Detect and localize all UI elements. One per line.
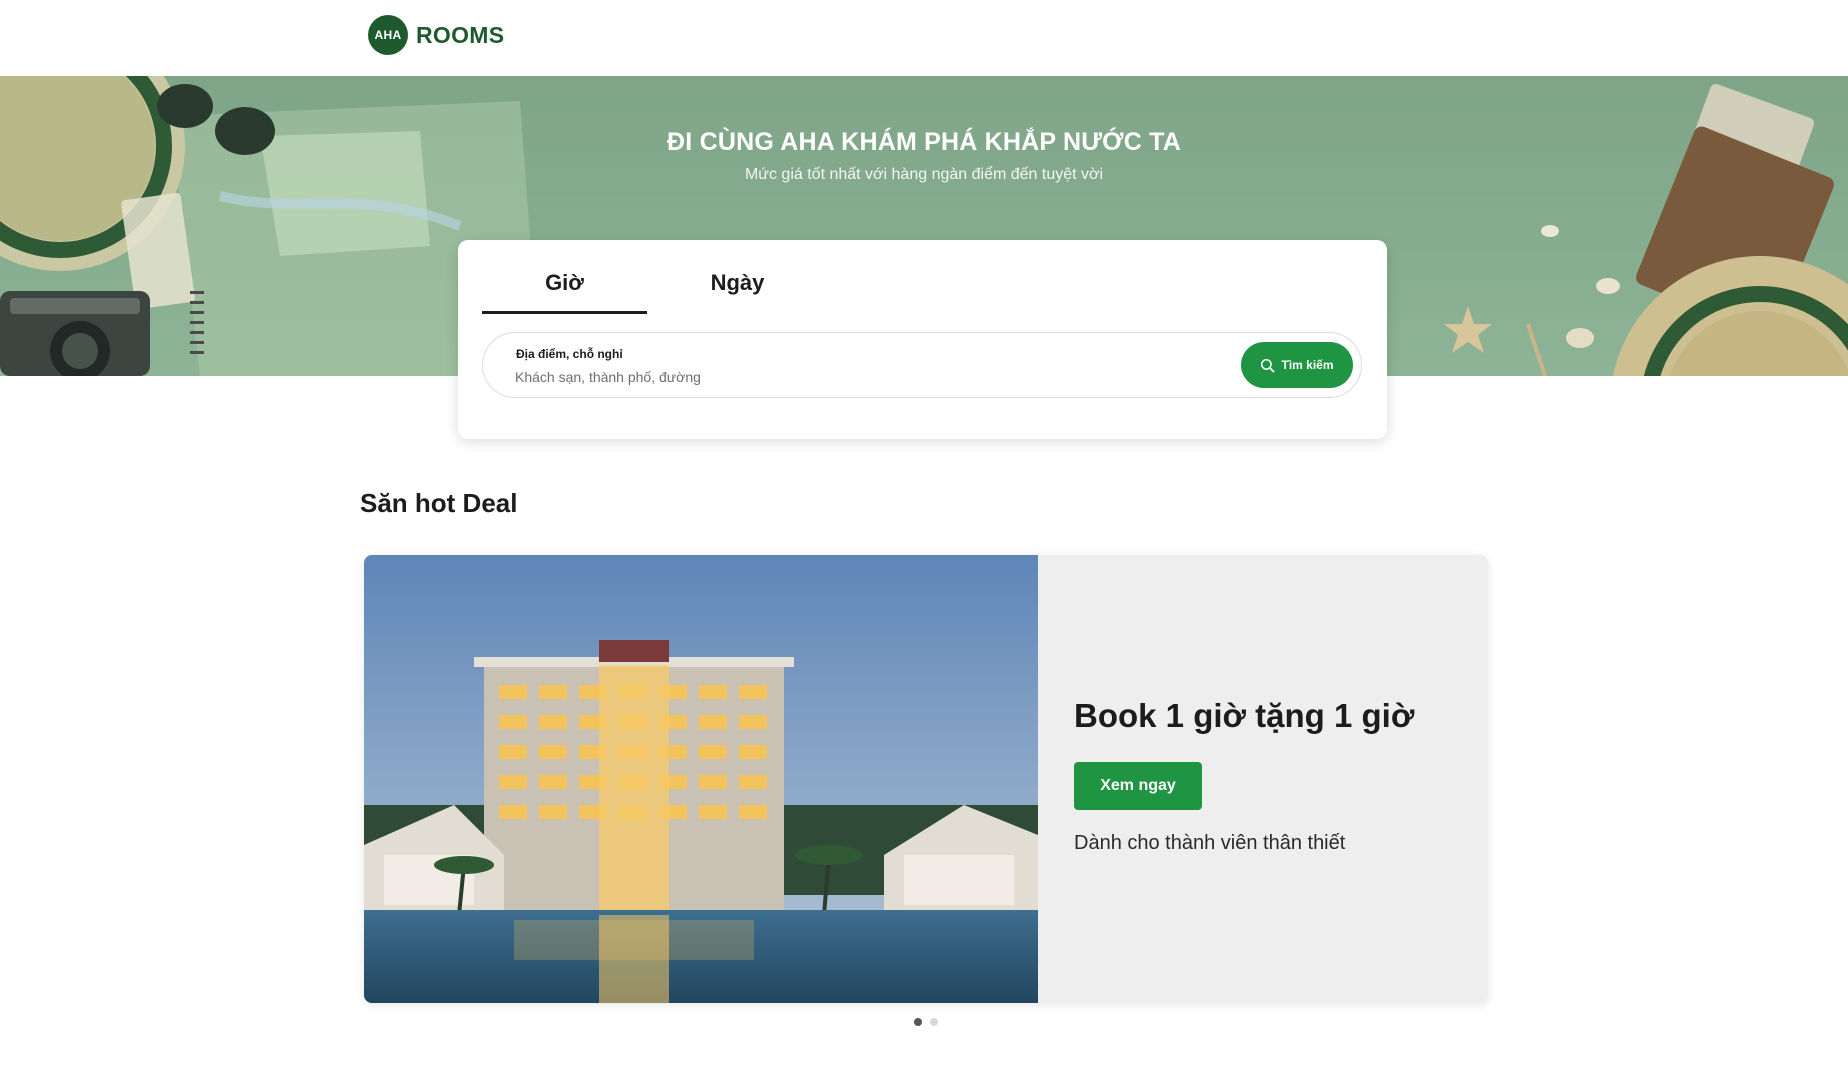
deal-card[interactable]: Book 1 giờ tặng 1 giờ Xem ngay Dành cho …	[364, 555, 1488, 1003]
section-title-hot-deals: Săn hot Deal	[360, 488, 518, 518]
carousel-dot[interactable]	[914, 1018, 922, 1026]
deal-description: Dành cho thành viên thân thiết	[1074, 832, 1346, 854]
carousel-dot[interactable]	[930, 1018, 938, 1026]
logo-badge: AHA	[368, 15, 408, 55]
view-deal-button[interactable]: Xem ngay	[1074, 762, 1202, 810]
logo-text: ROOMS	[416, 21, 505, 48]
hero-subtitle: Mức giá tốt nhất với hàng ngàn điểm đến …	[744, 166, 1104, 183]
search-bar: Địa điểm, chỗ nghỉ Tìm kiếm	[482, 332, 1362, 398]
logo[interactable]: AHA ROOMS	[368, 15, 504, 55]
site-header: AHA ROOMS	[0, 0, 1848, 76]
search-button-label: Tìm kiếm	[1281, 358, 1334, 372]
search-card: Giờ Ngày Địa điểm, chỗ nghỉ Tìm kiếm	[458, 240, 1387, 439]
deal-title: Book 1 giờ tặng 1 giờ	[1074, 697, 1415, 734]
search-button[interactable]: Tìm kiếm	[1241, 342, 1353, 388]
tab-daily[interactable]: Ngày	[655, 270, 820, 314]
deal-info-panel: Book 1 giờ tặng 1 giờ Xem ngay Dành cho …	[1038, 555, 1488, 1003]
search-icon	[1261, 358, 1275, 372]
booking-type-tabs: Giờ Ngày	[482, 270, 820, 314]
carousel-pagination	[914, 1018, 938, 1026]
hotel-photo	[364, 555, 1038, 1003]
location-search-input[interactable]	[515, 367, 1215, 387]
location-field-label: Địa điểm, chỗ nghỉ	[516, 347, 623, 361]
tab-hourly[interactable]: Giờ	[482, 270, 647, 314]
hero-title: ĐI CÙNG AHA KHÁM PHÁ KHẮP NƯỚC TA	[667, 128, 1181, 156]
